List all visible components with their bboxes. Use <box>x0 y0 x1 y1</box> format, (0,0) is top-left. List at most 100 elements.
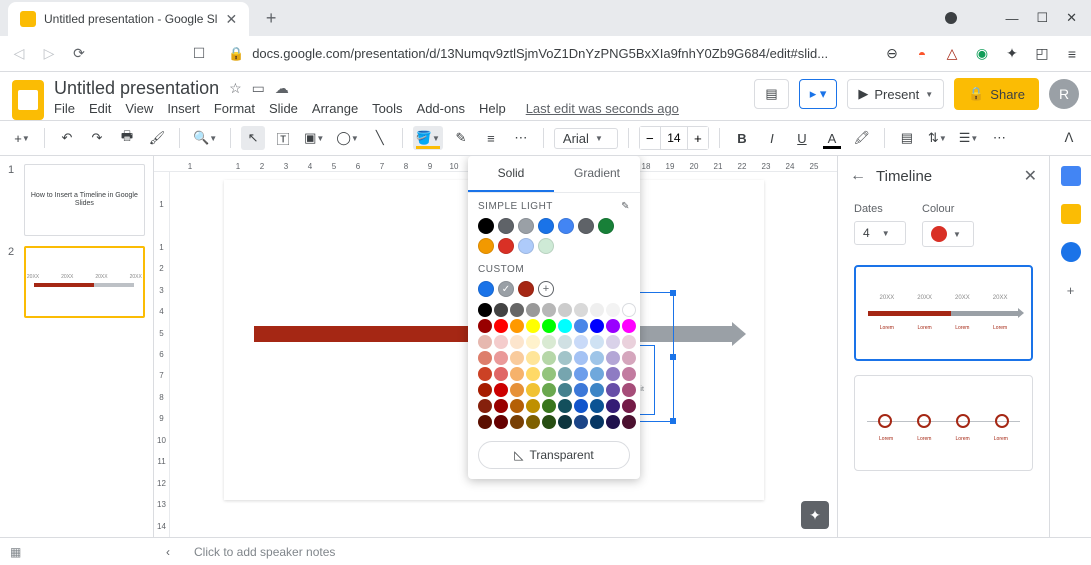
color-swatch[interactable] <box>498 238 514 254</box>
align-button[interactable]: ▤ <box>895 126 919 150</box>
color-swatch[interactable] <box>510 399 524 413</box>
color-swatch[interactable] <box>542 303 556 317</box>
color-swatch[interactable] <box>558 335 572 349</box>
maximize-icon[interactable]: ☐ <box>1036 10 1048 26</box>
color-swatch[interactable] <box>494 399 508 413</box>
color-swatch[interactable] <box>606 383 620 397</box>
bookmark-icon[interactable]: ☐ <box>190 45 208 63</box>
explore-button[interactable]: ✦ <box>801 501 829 529</box>
color-swatch[interactable] <box>542 367 556 381</box>
color-swatch[interactable] <box>478 218 494 234</box>
color-swatch[interactable] <box>558 415 572 429</box>
thumb-1[interactable]: 1 How to Insert a Timeline in Google Sli… <box>8 164 145 236</box>
menu-format[interactable]: Format <box>214 101 255 116</box>
minimize-icon[interactable]: — <box>1005 11 1018 26</box>
color-swatch[interactable] <box>478 415 492 429</box>
dates-select[interactable]: 4▼ <box>854 221 906 245</box>
color-swatch[interactable] <box>478 367 492 381</box>
color-swatch[interactable] <box>478 351 492 365</box>
color-swatch[interactable] <box>622 303 636 317</box>
undo-button[interactable]: ↶ <box>55 126 79 150</box>
border-dash-button[interactable]: ⋯ <box>509 126 533 150</box>
textbox-tool[interactable]: 🅃 <box>271 126 295 150</box>
color-swatch[interactable] <box>598 218 614 234</box>
color-swatch[interactable] <box>510 303 524 317</box>
template-1[interactable]: 20XX20XX20XX20XX LoremLoremLoremLorem <box>854 265 1033 361</box>
color-swatch[interactable] <box>606 367 620 381</box>
color-swatch[interactable] <box>526 351 540 365</box>
list-button[interactable]: ☰ ▼ <box>956 126 982 150</box>
color-swatch[interactable] <box>478 303 492 317</box>
last-edit-link[interactable]: Last edit was seconds ago <box>526 101 679 116</box>
thumb-2[interactable]: 2 20XX20XX20XX20XX <box>8 246 145 318</box>
menu-tools[interactable]: Tools <box>372 101 402 116</box>
font-family-select[interactable]: Arial▼ <box>554 128 618 149</box>
menu-arrange[interactable]: Arrange <box>312 101 358 116</box>
comments-button[interactable]: ▤ <box>754 79 788 109</box>
color-swatch[interactable] <box>518 218 534 234</box>
url-field[interactable]: 🔒 docs.google.com/presentation/d/13Numqv… <box>220 46 871 62</box>
font-size-decrease[interactable]: − <box>640 127 660 149</box>
color-swatch[interactable] <box>494 367 508 381</box>
zoom-icon[interactable]: ⊖ <box>883 45 901 63</box>
color-swatch[interactable] <box>494 383 508 397</box>
slideshow-dropdown[interactable]: ▸ ▾ <box>799 79 838 109</box>
color-swatch[interactable] <box>526 319 540 333</box>
keep-icon[interactable] <box>1061 204 1081 224</box>
color-swatch[interactable] <box>526 399 540 413</box>
color-swatch[interactable] <box>478 238 494 254</box>
print-button[interactable]: 🖶 <box>115 126 139 150</box>
color-swatch[interactable] <box>606 399 620 413</box>
new-tab-button[interactable]: + <box>257 4 285 32</box>
color-swatch[interactable] <box>478 335 492 349</box>
color-swatch[interactable] <box>590 399 604 413</box>
color-swatch[interactable] <box>590 351 604 365</box>
color-swatch[interactable] <box>578 218 594 234</box>
menu-file[interactable]: File <box>54 101 75 116</box>
color-swatch[interactable] <box>526 367 540 381</box>
color-swatch[interactable] <box>606 335 620 349</box>
color-swatch[interactable] <box>558 367 572 381</box>
resize-handle[interactable] <box>670 354 676 360</box>
menu-help[interactable]: Help <box>479 101 506 116</box>
color-swatch[interactable] <box>478 399 492 413</box>
color-swatch[interactable] <box>510 335 524 349</box>
color-swatch[interactable] <box>622 383 636 397</box>
color-swatch[interactable] <box>526 303 540 317</box>
browser-tab[interactable]: Untitled presentation - Google Sl ✕ <box>8 2 249 36</box>
color-swatch[interactable] <box>526 415 540 429</box>
color-swatch[interactable] <box>558 351 572 365</box>
add-addon-icon[interactable]: + <box>1061 280 1081 300</box>
color-swatch[interactable] <box>590 415 604 429</box>
color-swatch[interactable] <box>478 281 494 297</box>
color-swatch[interactable] <box>574 335 588 349</box>
grid-view-icon[interactable]: ▦ <box>10 545 30 559</box>
color-swatch[interactable] <box>510 383 524 397</box>
move-icon[interactable]: ▭ <box>252 80 265 97</box>
color-swatch[interactable] <box>622 319 636 333</box>
tasks-icon[interactable] <box>1061 242 1081 262</box>
color-swatch[interactable] <box>510 415 524 429</box>
border-weight-button[interactable]: ≡ <box>479 126 503 150</box>
slides-logo-icon[interactable] <box>12 80 44 120</box>
shape-tool[interactable]: ◯ ▼ <box>333 126 361 150</box>
color-swatch[interactable] <box>494 335 508 349</box>
new-slide-button[interactable]: + ▼ <box>10 126 34 150</box>
edit-theme-icon[interactable]: ✎ <box>621 201 630 212</box>
close-panel-icon[interactable]: ✕ <box>1024 166 1037 186</box>
color-swatch[interactable] <box>526 383 540 397</box>
color-swatch[interactable] <box>498 218 514 234</box>
add-custom-color[interactable]: + <box>538 281 554 297</box>
color-swatch[interactable] <box>510 319 524 333</box>
font-size-input[interactable] <box>660 127 688 149</box>
close-window-icon[interactable]: ✕ <box>1066 10 1077 26</box>
color-swatch[interactable] <box>574 319 588 333</box>
line-tool[interactable]: ╲ <box>368 126 392 150</box>
account-avatar[interactable]: R <box>1049 79 1079 109</box>
resize-handle[interactable] <box>670 290 676 296</box>
color-swatch[interactable] <box>574 415 588 429</box>
color-swatch[interactable] <box>538 238 554 254</box>
color-swatch[interactable] <box>590 383 604 397</box>
color-swatch[interactable] <box>494 319 508 333</box>
template-2[interactable]: LoremLoremLoremLorem <box>854 375 1033 471</box>
